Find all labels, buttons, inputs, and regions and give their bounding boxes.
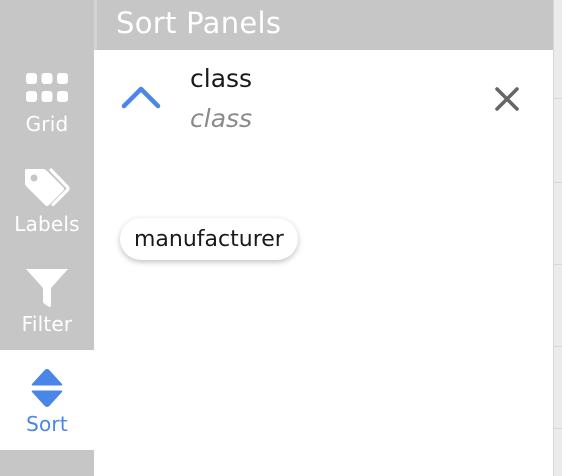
chevron-up-icon bbox=[121, 85, 161, 113]
sidebar-tab-label: Grid bbox=[25, 112, 69, 136]
panel-title: Sort Panels bbox=[116, 6, 282, 40]
tag-icon bbox=[23, 166, 71, 210]
strip-divider bbox=[554, 98, 562, 99]
sidebar-tab-label: Filter bbox=[21, 312, 73, 336]
app-root: Grid Labels Filter Sort Sort Panels clas… bbox=[0, 0, 562, 476]
strip-divider bbox=[554, 346, 562, 347]
header-divider bbox=[94, 0, 97, 50]
sort-icon bbox=[30, 366, 64, 410]
sidebar-tab-label: Labels bbox=[14, 212, 80, 236]
sidebar-tab-label: Sort bbox=[26, 412, 68, 436]
sort-field-subtitle: class bbox=[190, 104, 253, 133]
remove-sort-button[interactable] bbox=[492, 86, 522, 116]
strip-divider bbox=[554, 264, 562, 265]
sidebar-tab-filter[interactable]: Filter bbox=[0, 250, 94, 350]
panel-header: Sort Panels bbox=[94, 0, 553, 50]
sidebar-tab-grid[interactable]: Grid bbox=[0, 50, 94, 150]
available-field-chip[interactable]: manufacturer bbox=[120, 218, 298, 260]
filter-icon bbox=[24, 266, 70, 310]
sidebar-tab-sort[interactable]: Sort bbox=[0, 350, 94, 450]
strip-divider bbox=[554, 428, 562, 429]
sort-item: class class bbox=[94, 50, 553, 150]
strip-divider bbox=[554, 182, 562, 183]
sort-direction-toggle[interactable] bbox=[120, 84, 162, 114]
sort-panel: class class manufacturer bbox=[94, 50, 553, 476]
grid-icon bbox=[25, 66, 69, 110]
close-icon bbox=[494, 86, 520, 116]
sidebar-tab-labels[interactable]: Labels bbox=[0, 150, 94, 250]
sort-field-name: class bbox=[190, 64, 253, 93]
chip-label: manufacturer bbox=[134, 226, 284, 252]
scrollbar-track[interactable] bbox=[553, 0, 562, 476]
sidebar: Grid Labels Filter Sort bbox=[0, 0, 94, 476]
